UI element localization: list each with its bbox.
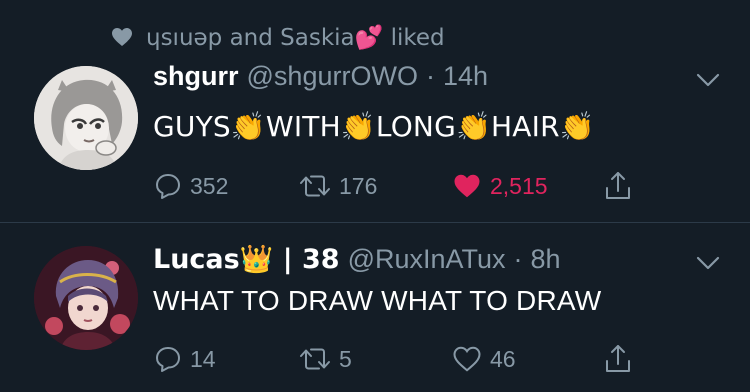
reply-icon: [156, 174, 180, 199]
like-count: 46: [490, 345, 516, 372]
share-button[interactable]: [603, 168, 633, 204]
share-icon: [606, 345, 630, 372]
tweet-actions: 14 5 46: [153, 341, 653, 377]
like-button[interactable]: 2,515: [451, 168, 548, 204]
like-count: 2,515: [490, 172, 548, 199]
tweet[interactable]: ɥsıuǝp and Saskia💕 liked shgurr @shgurrO…: [0, 0, 750, 222]
chevron-down-icon[interactable]: [694, 70, 722, 90]
chevron-down-icon[interactable]: [694, 253, 722, 273]
tweet-header: shgurr @shgurrOWO · 14h: [153, 58, 488, 94]
share-button[interactable]: [603, 341, 633, 377]
display-name[interactable]: shgurr: [153, 61, 239, 92]
reply-count: 352: [190, 172, 229, 199]
reply-button[interactable]: 352: [153, 168, 228, 204]
reply-icon: [156, 347, 180, 372]
tweet-header: Lucas👑 | 38 @RuxInATux · 8h: [153, 241, 561, 277]
retweet-count: 5: [339, 345, 352, 372]
avatar[interactable]: [34, 246, 138, 350]
social-context: ɥsıuǝp and Saskia💕 liked: [110, 22, 445, 52]
retweet-button[interactable]: 176: [298, 168, 377, 204]
retweet-button[interactable]: 5: [298, 341, 352, 377]
tweet-text: WHAT TO DRAW WHAT TO DRAW: [153, 285, 602, 316]
timestamp[interactable]: 8h: [531, 244, 561, 275]
heart-icon: [454, 174, 480, 198]
avatar-illustration: [34, 66, 138, 170]
separator-dot: ·: [513, 243, 523, 274]
retweet-icon: [300, 348, 330, 370]
social-context-text[interactable]: ɥsıuǝp and Saskia💕 liked: [146, 24, 445, 51]
share-icon: [606, 172, 630, 199]
like-button[interactable]: 46: [451, 341, 516, 377]
handle[interactable]: @RuxInATux: [348, 244, 506, 275]
separator-dot: ·: [425, 60, 435, 91]
avatar[interactable]: [34, 66, 138, 170]
handle[interactable]: @shgurrOWO: [247, 61, 418, 92]
timestamp[interactable]: 14h: [443, 61, 488, 92]
retweet-icon: [300, 175, 330, 197]
avatar-illustration: [34, 246, 138, 350]
heart-icon: [112, 28, 132, 46]
retweet-count: 176: [339, 172, 378, 199]
heart-icon: [453, 346, 481, 372]
tweet-text: GUYS👏WITH👏LONG👏HAIR👏: [153, 110, 595, 143]
reply-count: 14: [190, 345, 216, 372]
display-name[interactable]: Lucas👑 | 38: [153, 243, 340, 275]
reply-button[interactable]: 14: [153, 341, 216, 377]
tweet-actions: 352 176 2,515: [153, 168, 653, 204]
tweet[interactable]: Lucas👑 | 38 @RuxInATux · 8h WHAT TO DRAW…: [0, 223, 750, 392]
